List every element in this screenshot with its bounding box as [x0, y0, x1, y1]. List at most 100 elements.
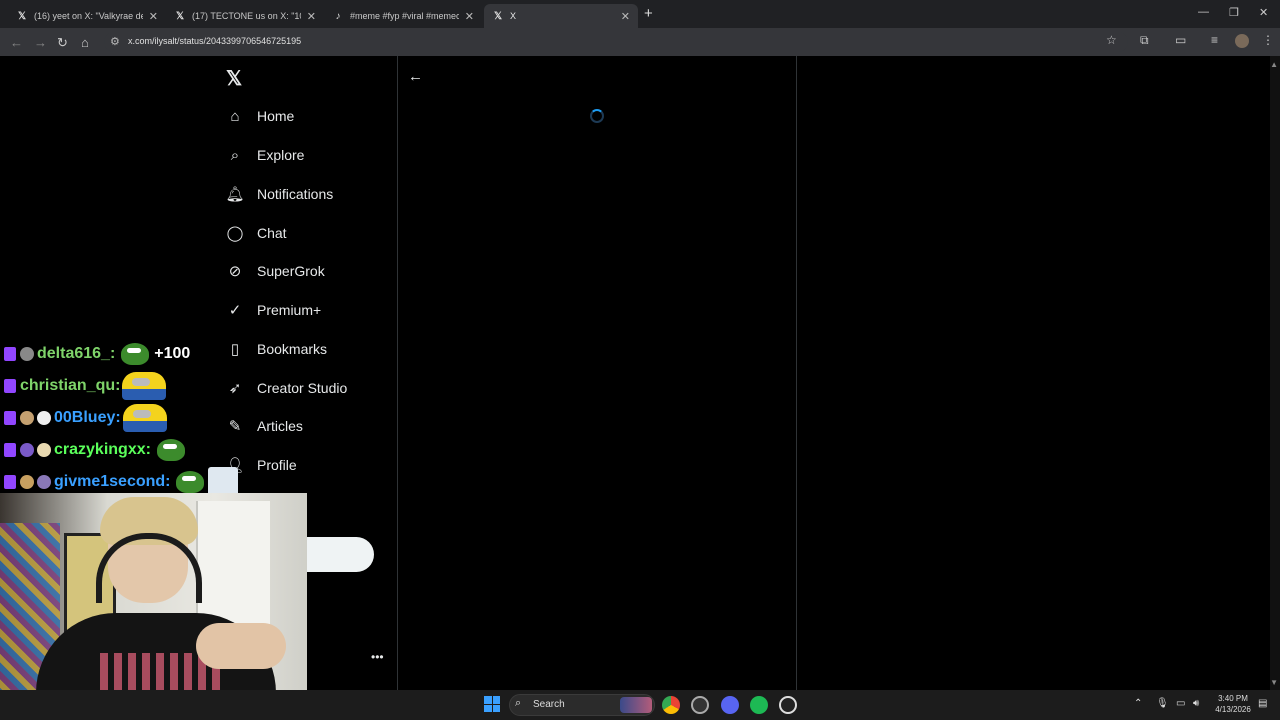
x-logo-icon[interactable]: 𝕏	[226, 66, 242, 91]
sidebar-item-label: Explore	[257, 147, 305, 163]
sidebar-item-home[interactable]: ⌂ Home	[226, 104, 294, 128]
maximize-icon[interactable]: ❐	[1229, 6, 1239, 19]
close-tab-icon[interactable]: ✕	[465, 10, 474, 23]
taskbar-search-label: Search	[533, 699, 565, 710]
bookmark-star-icon[interactable]: ☆	[1106, 33, 1117, 47]
windows-start-icon[interactable]	[484, 696, 500, 712]
windows-logo-quadrant	[484, 704, 492, 712]
home-icon[interactable]: ⌂	[81, 35, 89, 50]
forward-icon[interactable]: →	[34, 35, 47, 50]
search-icon: ⌕	[230, 146, 240, 164]
search-icon: ⌕	[515, 697, 522, 709]
streamer-hand	[196, 623, 286, 669]
windows-logo-quadrant	[484, 696, 492, 704]
site-info-icon[interactable]: ⚙	[110, 35, 120, 48]
browser-tab-2[interactable]: 𝕏 (17) TECTONE us on X: "100$ V ✕	[166, 4, 324, 28]
sidebar-item-label: Home	[257, 108, 295, 124]
chat-username: delta616_	[37, 345, 110, 362]
chat-username: christian_qu	[20, 377, 116, 394]
chrome-icon[interactable]	[662, 696, 680, 714]
clock-date: 4/13/2026	[1215, 705, 1251, 714]
more-options-icon[interactable]: •••	[371, 650, 384, 664]
sidebar-item-label: SuperGrok	[257, 263, 325, 279]
microphone-icon[interactable]: 🎙︎	[1156, 698, 1169, 709]
sidebar-item-supergrok[interactable]: ⊘ SuperGrok	[226, 259, 325, 283]
user-badge-icon	[20, 347, 34, 361]
twitch-badge-icon	[4, 379, 16, 393]
spotify-icon[interactable]	[750, 696, 768, 714]
user-badge-icon	[20, 411, 34, 425]
chat-username: crazykingxx	[54, 441, 146, 458]
url-text[interactable]: x.com/ilysalt/status/2043399706546725195	[128, 36, 301, 46]
scroll-up-icon[interactable]: ▲	[1270, 60, 1278, 69]
chat-message: delta616_ : +100	[4, 338, 304, 370]
chat-username: 00Bluey	[54, 409, 116, 426]
twitch-badge-icon	[4, 411, 16, 425]
user-badge-icon	[37, 475, 51, 489]
discord-icon[interactable]	[721, 696, 739, 714]
back-arrow-icon[interactable]: ←	[408, 68, 423, 85]
x-logo-icon: 𝕏	[175, 10, 185, 22]
scroll-down-icon[interactable]: ▼	[1270, 678, 1278, 687]
twitch-badge-icon	[4, 475, 16, 489]
minimize-icon[interactable]: —	[1198, 6, 1209, 18]
reload-icon[interactable]: ↻	[57, 35, 68, 51]
sidepanel-icon[interactable]: ▭	[1175, 33, 1186, 47]
user-badge-icon	[20, 475, 34, 489]
tray-overflow-icon[interactable]: ⌃	[1134, 698, 1142, 709]
pepe-emote-icon	[121, 343, 150, 365]
sidebar-item-label: Premium+	[257, 302, 322, 318]
twitch-badge-icon	[4, 347, 16, 361]
stream-chat-overlay: delta616_ : +100 christian_qu : 00Bluey …	[4, 338, 304, 498]
media-icon[interactable]: ≡	[1211, 33, 1218, 47]
app-icon[interactable]	[779, 696, 797, 714]
sidebar-item-chat[interactable]: ◯ Chat	[226, 221, 287, 245]
chat-colon: :	[145, 441, 151, 458]
network-icon[interactable]: ▭	[1176, 698, 1185, 709]
notifications-icon[interactable]: ▤	[1258, 698, 1267, 709]
loading-spinner	[590, 109, 604, 123]
volume-icon[interactable]: 🔊︎	[1193, 698, 1199, 709]
post-button[interactable]	[306, 537, 374, 572]
new-tab-button[interactable]: +	[644, 5, 653, 22]
sidebar-item-label: Notifications	[257, 186, 334, 202]
tab-title: #meme #fyp #viral #memecut	[350, 11, 459, 21]
bell-icon: 🔔︎	[225, 186, 245, 203]
grok-icon: ⊘	[228, 263, 242, 280]
sidebar-item-premium[interactable]: ✓ Premium+	[226, 298, 321, 322]
chat-message: crazykingxx :	[4, 434, 304, 466]
close-tab-icon[interactable]: ✕	[621, 10, 630, 23]
chat-text: +100	[154, 345, 191, 362]
browser-tab-3[interactable]: ♪ #meme #fyp #viral #memecut ✕	[324, 4, 482, 28]
sidebar-item-notifications[interactable]: 🔔︎ Notifications	[225, 182, 334, 206]
chat-bubble-icon: ◯	[226, 225, 244, 242]
taskbar-clock[interactable]: 3:40 PM 4/13/2026	[1212, 693, 1254, 715]
sidebar-item-label: Chat	[257, 225, 287, 241]
menu-icon[interactable]: ⋮	[1262, 33, 1274, 47]
minion-emote-icon	[122, 372, 167, 400]
windows-logo-quadrant	[492, 696, 500, 704]
page-scrollbar[interactable]	[1270, 56, 1280, 690]
skull-badge-icon	[37, 411, 51, 425]
close-window-icon[interactable]: ✕	[1259, 6, 1268, 19]
extensions-icon[interactable]: ⧉	[1140, 33, 1149, 48]
profile-avatar[interactable]	[1235, 34, 1249, 48]
browser-tab-1[interactable]: 𝕏 (16) yeet on X: "Valkyrae delete ✕	[8, 4, 166, 28]
minion-emote-icon	[122, 404, 167, 432]
tab-title: (17) TECTONE us on X: "100$ V	[192, 11, 301, 21]
back-icon[interactable]: ←	[10, 35, 23, 50]
pepe-emote-icon	[156, 439, 185, 461]
x-logo-icon: 𝕏	[17, 10, 27, 22]
user-badge-icon	[37, 443, 51, 457]
close-tab-icon[interactable]: ✕	[149, 10, 158, 23]
chat-username: givme1second	[54, 473, 166, 490]
user-badge-icon	[20, 443, 34, 457]
chat-message: christian_qu :	[4, 370, 304, 402]
close-tab-icon[interactable]: ✕	[307, 10, 316, 23]
obs-icon[interactable]	[691, 696, 709, 714]
sidebar-item-explore[interactable]: ⌕ Explore	[226, 143, 305, 167]
browser-tab-active[interactable]: 𝕏 X ✕	[484, 4, 638, 28]
chat-message: 00Bluey :	[4, 402, 304, 434]
chat-colon: :	[115, 409, 121, 426]
tiktok-icon: ♪	[335, 10, 341, 22]
